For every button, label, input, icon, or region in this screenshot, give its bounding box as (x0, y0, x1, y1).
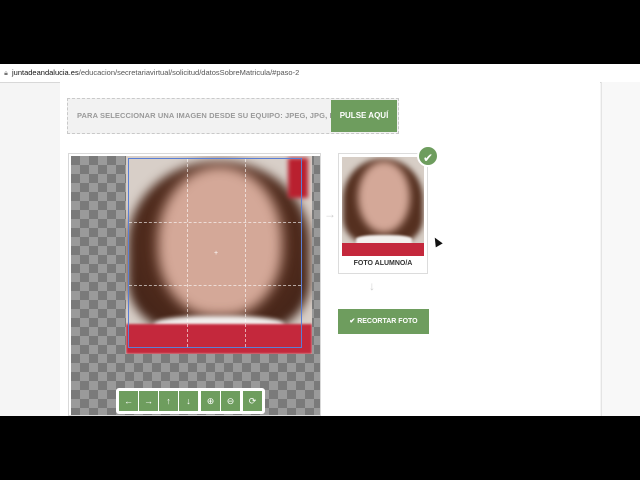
browser-viewport: 🔒︎ juntadeandalucia.es/educacion/secretar… (0, 64, 640, 416)
arrow-down-icon: ↓ (369, 279, 375, 293)
crop-grid-line (129, 285, 301, 286)
preview-label: FOTO ALUMNO/A (353, 260, 413, 267)
move-left-button[interactable]: ← (119, 391, 138, 411)
upload-dropzone[interactable]: PARA SELECCIONAR UNA IMAGEN DESDE SU EQU… (67, 98, 399, 134)
zoom-tools-group: ⊕ ⊖ (201, 391, 240, 411)
arrow-right-icon: → (324, 207, 336, 221)
preview-face-blurred (358, 161, 410, 233)
select-image-button[interactable]: PULSE AQUÍ (331, 100, 397, 132)
photo-preview-card: FOTO ALUMNO/A (338, 153, 428, 274)
image-crop-editor: + ← → ↑ ↓ ⊕ ⊖ ⟳ (68, 153, 321, 416)
page-content: PARA SELECCIONAR UNA IMAGEN DESDE SU EQU… (60, 82, 600, 416)
lock-icon: 🔒︎ (4, 70, 8, 77)
crop-selection-frame[interactable]: + (128, 158, 302, 348)
zoom-in-button[interactable]: ⊕ (201, 391, 220, 411)
upload-instruction: PARA SELECCIONAR UNA IMAGEN DESDE SU EQU… (77, 111, 346, 120)
preview-photo (342, 157, 424, 256)
reset-tools-group: ⟳ (243, 391, 262, 411)
move-down-button[interactable]: ↓ (179, 391, 198, 411)
move-tools-group: ← → ↑ ↓ (119, 391, 198, 411)
crop-grid-line (187, 159, 188, 347)
crop-photo-button[interactable]: ✔ RECORTAR FOTO (338, 309, 429, 334)
url-path: /educacion/secretariavirtual/solicitud/d… (78, 68, 300, 77)
crop-grid-line (129, 222, 301, 223)
url-host: juntadeandalucia.es (12, 68, 79, 77)
page-scrollbar[interactable] (601, 82, 640, 416)
crop-canvas[interactable]: + ← → ↑ ↓ ⊕ ⊖ ⟳ (71, 156, 320, 415)
check-icon: ✔ (417, 145, 439, 167)
address-bar[interactable]: 🔒︎ juntadeandalucia.es/educacion/secretar… (0, 64, 640, 83)
move-right-button[interactable]: → (139, 391, 158, 411)
zoom-out-button[interactable]: ⊖ (221, 391, 240, 411)
move-up-button[interactable]: ↑ (159, 391, 178, 411)
preview-shirt (342, 243, 424, 256)
crop-grid-line (245, 159, 246, 347)
crop-toolbar: ← → ↑ ↓ ⊕ ⊖ ⟳ (116, 388, 265, 414)
reset-button[interactable]: ⟳ (243, 391, 262, 411)
crop-center-icon: + (213, 250, 219, 257)
